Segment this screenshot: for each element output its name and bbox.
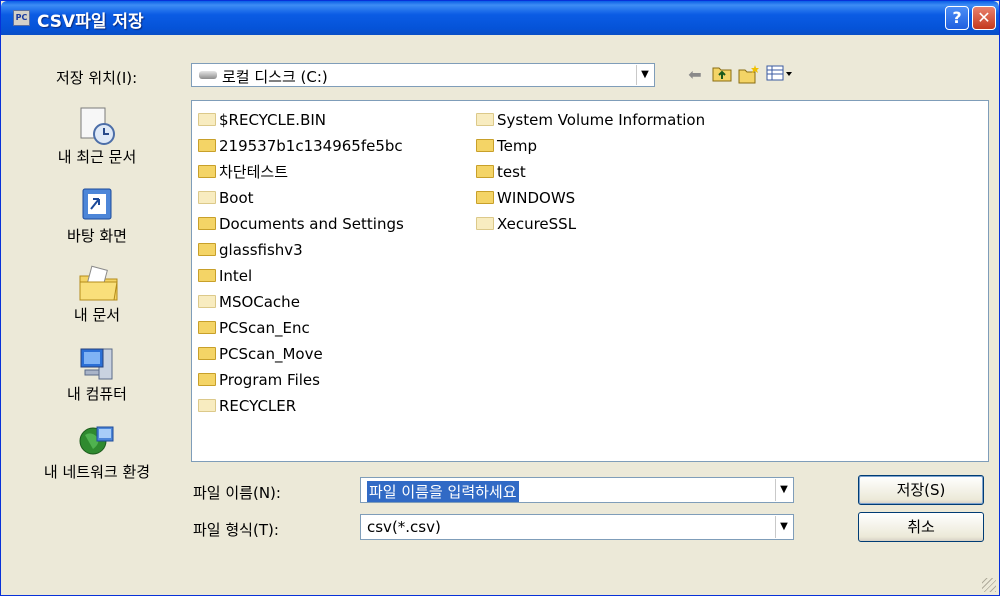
list-item[interactable]: 219537b1c134965fe5bc xyxy=(198,135,403,157)
place-my-documents[interactable]: 내 문서 xyxy=(17,264,177,325)
new-folder-icon[interactable] xyxy=(738,64,760,86)
chevron-down-icon[interactable]: ▼ xyxy=(775,516,792,538)
help-button[interactable]: ? xyxy=(945,6,969,30)
folder-icon xyxy=(198,269,216,282)
list-item[interactable]: WINDOWS xyxy=(476,187,575,209)
list-item[interactable]: RECYCLER xyxy=(198,395,296,417)
list-item[interactable]: Documents and Settings xyxy=(198,213,404,235)
folder-icon xyxy=(198,139,216,152)
folder-icon xyxy=(476,139,494,152)
list-item[interactable]: $RECYCLE.BIN xyxy=(198,109,326,131)
save-in-value: 로컬 디스크 (C:) xyxy=(222,68,328,86)
chevron-down-icon[interactable]: ▼ xyxy=(636,65,653,85)
back-icon[interactable]: ⬅ xyxy=(684,64,706,86)
view-menu-icon[interactable] xyxy=(765,64,795,86)
list-item[interactable]: Temp xyxy=(476,135,537,157)
folder-icon xyxy=(198,113,216,126)
recent-documents-icon xyxy=(77,106,117,145)
chevron-down-icon[interactable]: ▼ xyxy=(775,479,792,501)
folder-icon xyxy=(198,191,216,204)
resize-grip[interactable] xyxy=(982,578,996,592)
list-item[interactable]: 차단테스트 xyxy=(198,161,288,183)
folder-icon xyxy=(198,217,216,230)
file-type-label: 파일 형식(T): xyxy=(193,521,279,539)
folder-icon xyxy=(198,321,216,334)
file-name-label: 파일 이름(N): xyxy=(193,484,281,502)
place-label: 내 최근 문서 xyxy=(57,148,137,166)
list-item[interactable]: Program Files xyxy=(198,369,320,391)
folder-icon xyxy=(198,373,216,386)
folder-icon xyxy=(198,295,216,308)
desktop-icon xyxy=(77,185,117,223)
close-button[interactable]: ✕ xyxy=(972,6,996,30)
place-label: 바탕 화면 xyxy=(67,227,127,245)
list-item[interactable]: Boot xyxy=(198,187,254,209)
file-list[interactable]: $RECYCLE.BIN 219537b1c134965fe5bc 차단테스트 … xyxy=(191,100,989,462)
list-item[interactable]: test xyxy=(476,161,526,183)
list-item[interactable]: MSOCache xyxy=(198,291,300,313)
list-item[interactable]: XecureSSL xyxy=(476,213,576,235)
folder-icon xyxy=(476,217,494,230)
place-label: 내 문서 xyxy=(73,306,121,324)
folder-icon xyxy=(198,243,216,256)
save-in-dropdown[interactable]: 로컬 디스크 (C:) ▼ xyxy=(191,63,655,87)
folder-icon xyxy=(198,347,216,360)
places-bar: 내 최근 문서 바탕 화면 내 문서 내 컴퓨터 내 네트워크 환경 xyxy=(17,98,177,518)
cancel-button[interactable]: 취소 xyxy=(858,512,984,542)
app-icon: PC xyxy=(13,10,30,26)
file-type-select[interactable]: csv(*.csv) ▼ xyxy=(360,514,794,540)
folder-icon xyxy=(476,191,494,204)
folder-icon xyxy=(198,165,216,178)
place-recent-documents[interactable]: 내 최근 문서 xyxy=(17,106,177,167)
file-name-input[interactable]: 파일 이름을 입력하세요 ▼ xyxy=(360,477,794,503)
save-csv-dialog: PC CSV파일 저장 ? ✕ 저장 위치(I): 로컬 디스크 (C:) ▼ … xyxy=(0,0,1000,596)
place-desktop[interactable]: 바탕 화면 xyxy=(17,185,177,246)
up-folder-icon[interactable] xyxy=(711,64,733,86)
place-network[interactable]: 내 네트워크 환경 xyxy=(17,421,177,482)
place-label: 내 네트워크 환경 xyxy=(43,463,151,481)
folder-icon xyxy=(476,165,494,178)
place-label: 내 컴퓨터 xyxy=(67,385,127,403)
list-item[interactable]: System Volume Information xyxy=(476,109,705,131)
my-computer-icon xyxy=(77,343,117,381)
file-type-value: csv(*.csv) xyxy=(367,518,441,536)
save-in-label: 저장 위치(I): xyxy=(56,69,138,87)
folder-icon xyxy=(476,113,494,126)
drive-icon xyxy=(199,71,217,79)
place-my-computer[interactable]: 내 컴퓨터 xyxy=(17,343,177,404)
save-button[interactable]: 저장(S) xyxy=(858,475,984,505)
file-name-value: 파일 이름을 입력하세요 xyxy=(367,481,519,502)
window-title: CSV파일 저장 xyxy=(37,12,144,32)
title-bar[interactable]: PC CSV파일 저장 ? ✕ xyxy=(1,1,999,35)
list-item[interactable]: PCScan_Enc xyxy=(198,317,310,339)
folder-icon xyxy=(198,399,216,412)
my-documents-icon xyxy=(77,264,118,302)
list-item[interactable]: glassfishv3 xyxy=(198,239,303,261)
list-item[interactable]: Intel xyxy=(198,265,252,287)
list-item[interactable]: PCScan_Move xyxy=(198,343,323,365)
network-places-icon xyxy=(77,421,117,459)
